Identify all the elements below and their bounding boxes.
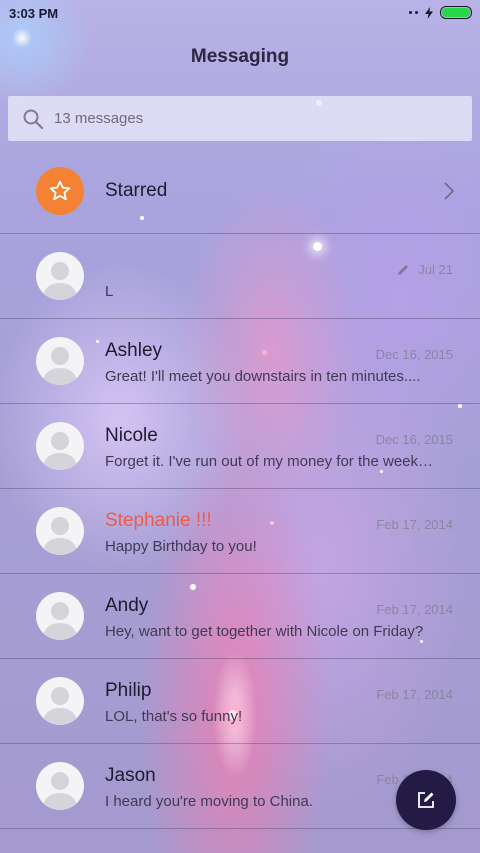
message-snippet: L [105,283,114,300]
starred-label: Starred [105,180,168,201]
contact-placeholder-icon [42,347,78,385]
message-date: Dec 16, 2015 [375,432,453,447]
contact-placeholder-icon [42,687,78,725]
status-bar: 3:03 PM [0,0,480,28]
message-date: Feb 17, 2014 [376,517,453,532]
conversation-row[interactable]: Nicole Dec 16, 2015 Forget it. I've run … [0,404,480,489]
message-snippet: Happy Birthday to you! [105,538,257,555]
contact-placeholder-icon [42,772,78,810]
contact-placeholder-icon [42,262,78,300]
battery-icon [440,6,472,19]
contact-name: Nicole [105,425,158,446]
chevron-right-icon [444,182,455,200]
signal-dots-icon [409,11,418,14]
message-snippet: LOL, that's so funny! [105,708,243,725]
conversation-row[interactable]: Jul 21 L [0,234,480,319]
search-bar[interactable]: 13 messages [8,96,472,141]
starred-row[interactable]: Starred [0,150,480,234]
avatar [36,762,84,810]
starred-badge [36,167,84,215]
conversation-list: Starred Jul 21 L Ashley Dec 16, 2015 Gre… [0,150,480,829]
conversation-row[interactable]: Ashley Dec 16, 2015 Great! I'll meet you… [0,319,480,404]
contact-name: Ashley [105,340,163,361]
date-text: Jul 21 [418,262,453,277]
star-icon [49,180,71,201]
message-date: Dec 16, 2015 [375,347,453,362]
message-date: Feb 17, 2014 [376,687,453,702]
search-icon [23,109,44,129]
contact-name: Stephanie !!! [105,510,212,531]
contact-name: Jason [105,765,156,786]
message-snippet: Forget it. I've run out of my money for … [105,453,434,470]
contact-placeholder-icon [42,432,78,470]
charging-bolt-icon [425,6,433,19]
status-time: 3:03 PM [9,6,59,21]
avatar [36,422,84,470]
avatar [36,677,84,725]
avatar [36,337,84,385]
page-title: Messaging [190,46,290,67]
avatar [36,592,84,640]
compose-button[interactable] [396,770,456,830]
conversation-row[interactable]: Philip Feb 17, 2014 LOL, that's so funny… [0,659,480,744]
avatar [36,507,84,555]
contact-placeholder-icon [42,517,78,555]
message-date: Feb 17, 2014 [376,602,453,617]
status-icons [409,6,472,19]
conversation-row[interactable]: Stephanie !!! Feb 17, 2014 Happy Birthda… [0,489,480,574]
avatar [36,252,84,300]
draft-pencil-icon [398,264,409,275]
message-snippet: Great! I'll meet you downstairs in ten m… [105,368,421,385]
message-date: Jul 21 [396,262,453,277]
message-snippet: Hey, want to get together with Nicole on… [105,623,424,640]
contact-placeholder-icon [42,602,78,640]
search-placeholder: 13 messages [54,110,144,127]
conversation-row[interactable]: Andy Feb 17, 2014 Hey, want to get toget… [0,574,480,659]
contact-name: Andy [105,595,149,616]
compose-icon [418,792,434,808]
contact-name: Philip [105,680,152,701]
